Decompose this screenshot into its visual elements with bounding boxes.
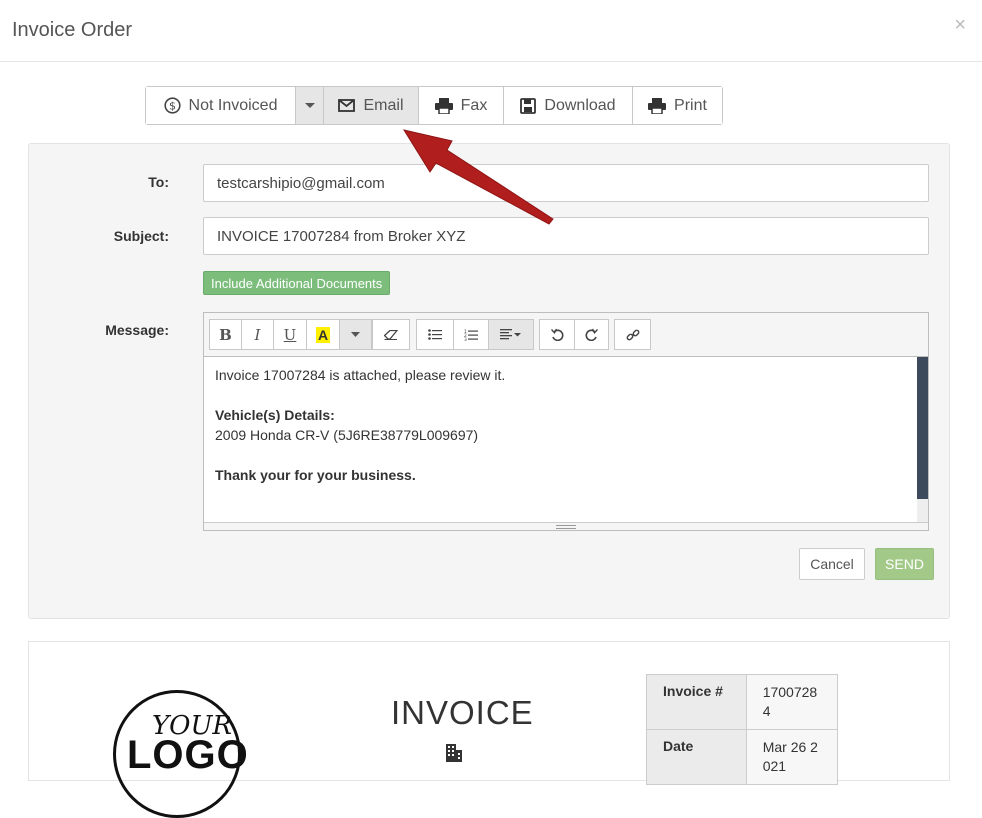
invoice-date-label: Date	[646, 729, 747, 785]
subject-input[interactable]: INVOICE 17007284 from Broker XYZ	[203, 217, 929, 255]
numbered-list-button[interactable]: 1 2 3	[453, 319, 489, 350]
download-label: Download	[544, 96, 616, 114]
highlight-letter: A	[315, 326, 331, 343]
envelope-icon	[338, 99, 356, 112]
download-button[interactable]: Download	[504, 87, 633, 124]
undo-button[interactable]	[539, 319, 575, 350]
table-row: Invoice # 17007284	[646, 674, 839, 730]
invoice-action-bar: $ Not Invoiced Email Fax Download Print	[145, 86, 723, 125]
print-label: Print	[674, 96, 707, 114]
invoice-date-value: Mar 26 2021	[745, 729, 839, 785]
company-logo: YOUR LOGO	[113, 690, 248, 818]
message-editor: B I U A 1 2 3 Invoice 17007284 is attach…	[203, 312, 929, 531]
editor-resize-handle[interactable]	[204, 522, 928, 530]
not-invoiced-button[interactable]: $ Not Invoiced	[146, 87, 296, 124]
message-label: Message:	[105, 322, 169, 338]
closing-line: Thank your for your business.	[215, 467, 416, 483]
not-invoiced-label: Not Invoiced	[188, 96, 278, 114]
fax-icon	[434, 97, 453, 114]
status-dropdown-toggle[interactable]	[296, 87, 324, 124]
svg-text:$: $	[169, 100, 176, 113]
bold-button[interactable]: B	[209, 319, 242, 350]
scrollbar-thumb[interactable]	[917, 357, 928, 499]
numbered-list-icon: 1 2 3	[464, 329, 478, 341]
redo-icon	[585, 328, 598, 341]
invoice-number-label: Invoice #	[646, 674, 747, 730]
undo-icon	[550, 328, 563, 341]
clear-format-button[interactable]	[372, 319, 410, 350]
floppy-disk-icon	[520, 97, 537, 114]
close-button[interactable]: ×	[954, 14, 966, 37]
subject-label: Subject:	[113, 228, 169, 244]
bullet-list-button[interactable]	[416, 319, 454, 350]
email-label: Email	[363, 96, 404, 114]
insert-link-button[interactable]	[614, 319, 651, 350]
editor-toolbar: B I U A 1 2 3	[204, 313, 928, 357]
dollar-circle-icon: $	[163, 97, 181, 114]
color-dropdown-toggle[interactable]	[339, 319, 372, 350]
grip-icon	[556, 525, 576, 529]
underline-button[interactable]: U	[273, 319, 307, 350]
caret-down-icon	[304, 102, 315, 108]
vehicle-line: 2009 Honda CR-V (5J6RE38779L009697)	[215, 427, 479, 443]
to-input[interactable]: testcarshipio@gmail.com	[203, 164, 929, 202]
modal-header: Invoice Order ×	[0, 0, 982, 62]
eraser-icon	[384, 329, 398, 340]
print-button[interactable]: Print	[633, 87, 722, 124]
editor-scrollbar[interactable]	[917, 357, 928, 523]
invoice-title: INVOICE	[391, 694, 534, 731]
align-dropdown-button[interactable]	[488, 319, 534, 350]
svg-text:3: 3	[464, 337, 467, 341]
building-icon	[446, 744, 462, 762]
fax-button[interactable]: Fax	[419, 87, 504, 124]
message-line: Invoice 17007284 is attached, please rev…	[215, 367, 506, 383]
send-button[interactable]: SEND	[875, 548, 934, 580]
invoice-info-table: Invoice # 17007284 Date Mar 26 2021	[646, 674, 839, 785]
message-body[interactable]: Invoice 17007284 is attached, please rev…	[204, 357, 916, 523]
highlight-color-button[interactable]: A	[306, 319, 340, 350]
link-icon	[626, 329, 639, 340]
italic-button[interactable]: I	[241, 319, 274, 350]
invoice-preview: YOUR LOGO INVOICE Invoice # 17007284 Dat…	[28, 641, 950, 818]
vehicle-heading: Vehicle(s) Details:	[215, 407, 335, 423]
fax-label: Fax	[460, 96, 488, 114]
email-form-panel: To: testcarshipio@gmail.com Subject: INV…	[28, 143, 950, 619]
align-icon	[500, 329, 521, 340]
include-documents-button[interactable]: Include Additional Documents	[203, 271, 391, 295]
invoice-number-value: 17007284	[745, 674, 839, 730]
bullet-list-icon	[428, 329, 442, 340]
table-row: Date Mar 26 2021	[646, 729, 839, 785]
caret-down-icon	[351, 332, 360, 337]
logo-text-main: LOGO	[127, 733, 249, 777]
to-label: To:	[148, 174, 169, 190]
printer-icon	[648, 97, 667, 114]
modal-title: Invoice Order	[12, 19, 133, 41]
cancel-button[interactable]: Cancel	[799, 548, 865, 580]
email-button[interactable]: Email	[324, 87, 419, 124]
redo-button[interactable]	[574, 319, 609, 350]
